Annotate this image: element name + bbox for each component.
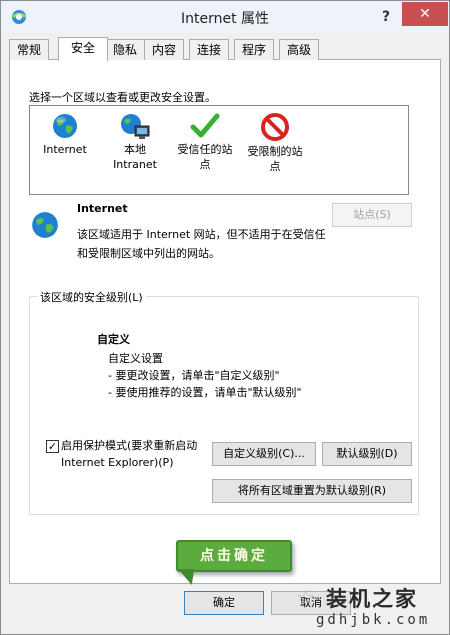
tab-connections[interactable]: 连接 [189,39,229,60]
zone-label: 受信任的站 点 [177,143,233,171]
selected-zone-description: 该区域适用于 Internet 网站，但不适用于在受信任和受限制区域中列出的网站… [77,228,326,260]
custom-level-button[interactable]: 自定义级别(C)... [212,442,316,466]
level-desc-line: - 要使用推荐的设置，请单击"默认级别" [108,386,302,399]
selected-zone-name: Internet [77,202,128,215]
zone-intranet[interactable]: 本地 Intranet [100,106,170,172]
help-button[interactable]: ? [373,6,399,28]
level-desc-line: 自定义设置 [108,352,163,365]
zone-trusted[interactable]: 受信任的站 点 [170,106,240,172]
zone-label: 本地 Intranet [113,143,157,171]
globe-icon [53,114,77,138]
tab-privacy[interactable]: 隐私 [105,39,145,60]
close-button[interactable]: ✕ [402,2,448,26]
security-level-name: 自定义 [97,333,130,346]
level-desc-line: - 要更改设置，请单击"自定义级别" [108,369,280,382]
protected-mode-label[interactable]: 启用保护模式(要求重新启动 Internet Explorer)(P) [61,437,211,471]
intranet-icon [121,114,150,139]
globe-icon [32,212,58,238]
zone-prompt: 选择一个区域以查看或更改安全设置。 [29,91,216,104]
sites-button[interactable]: 站点(S) [332,203,412,227]
tab-programs[interactable]: 程序 [234,39,274,60]
tab-content[interactable]: 内容 [144,39,184,60]
zone-internet[interactable]: Internet [30,106,100,157]
watermark-url: gdhjbk.com [316,612,431,628]
click-ok-callout: 点击确定 [176,540,292,572]
tab-security[interactable]: 安全 [58,37,108,61]
reset-all-zones-button[interactable]: 将所有区域重置为默认级别(R) [212,479,412,503]
security-level-description: 自定义设置 - 要更改设置，请单击"自定义级别" - 要使用推荐的设置，请单击"… [108,350,388,401]
watermark-title: 装机之家 [326,586,418,611]
ok-button[interactable]: 确定 [184,591,264,615]
protected-mode-checkbox[interactable]: ✓ [46,440,59,453]
default-level-button[interactable]: 默认级别(D) [322,442,412,466]
zone-label: Internet [43,143,87,156]
checkmark-icon [190,113,220,138]
tab-general[interactable]: 常规 [9,39,49,60]
watermark-star-icon: ☆ [296,586,316,611]
security-level-label: 该区域的安全级别(L) [37,289,146,305]
tab-advanced[interactable]: 高级 [279,39,319,60]
title-bar[interactable]: Internet 属性 ? ✕ [1,1,449,33]
zone-list[interactable]: Internet 本地 Intranet 受信任的站 点 受限制的站 点 [29,105,409,195]
zone-restricted[interactable]: 受限制的站 点 [240,106,310,174]
zone-label: 受限制的站 点 [247,145,303,173]
restricted-icon [261,113,289,141]
